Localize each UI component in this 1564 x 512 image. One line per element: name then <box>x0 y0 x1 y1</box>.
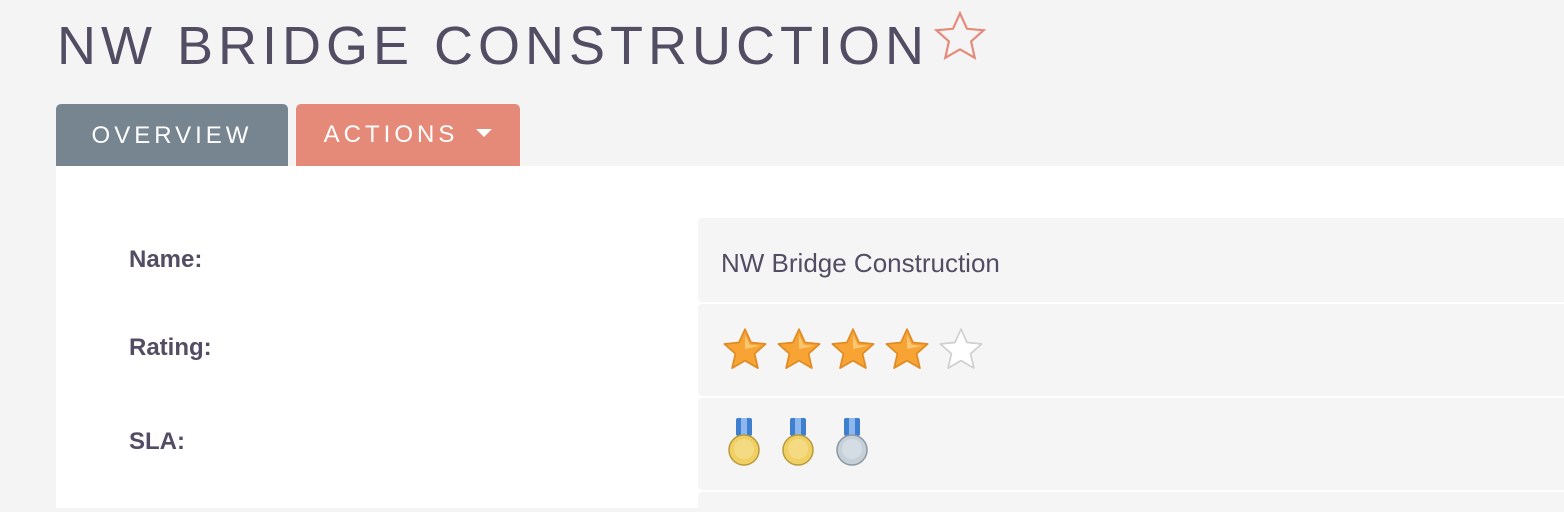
detail-panel: Name: NW Bridge Construction Rating: SLA… <box>56 166 1564 512</box>
field-row-name: Name: NW Bridge Construction <box>56 218 1564 302</box>
star-empty-icon <box>939 328 983 369</box>
field-value-name: NW Bridge Construction <box>721 248 1000 278</box>
field-row-next <box>56 492 1564 512</box>
field-value-sla-box <box>698 398 1564 490</box>
field-row-sla: SLA: <box>56 398 1564 490</box>
rating-stars <box>720 325 990 375</box>
field-row-rating: Rating: <box>56 304 1564 396</box>
medal-gold-icon <box>782 418 814 466</box>
sla-medals <box>724 416 886 470</box>
tab-bar: OVERVIEW ACTIONS <box>56 104 520 168</box>
field-value-next-box <box>698 492 1564 512</box>
favorite-star-icon[interactable] <box>931 8 989 66</box>
medal-gold-icon <box>728 418 760 466</box>
caret-down-icon <box>476 129 493 137</box>
tab-actions-label: ACTIONS <box>323 121 459 148</box>
star-filled-icon <box>885 328 929 369</box>
field-value-name-box: NW Bridge Construction <box>698 218 1564 302</box>
tab-overview-label: OVERVIEW <box>91 122 253 149</box>
page-title-bar: NW BRIDGE CONSTRUCTION <box>57 10 989 78</box>
field-label-rating: Rating: <box>129 334 212 361</box>
star-filled-icon <box>723 328 767 369</box>
field-value-rating-box <box>698 304 1564 396</box>
tab-overview[interactable]: OVERVIEW <box>56 104 288 168</box>
page-title: NW BRIDGE CONSTRUCTION <box>57 16 929 76</box>
tab-actions[interactable]: ACTIONS <box>296 104 520 166</box>
field-label-sla: SLA: <box>129 428 185 455</box>
medal-silver-icon <box>836 418 868 466</box>
star-filled-icon <box>777 328 821 369</box>
field-label-name: Name: <box>129 246 203 273</box>
star-filled-icon <box>831 328 875 369</box>
